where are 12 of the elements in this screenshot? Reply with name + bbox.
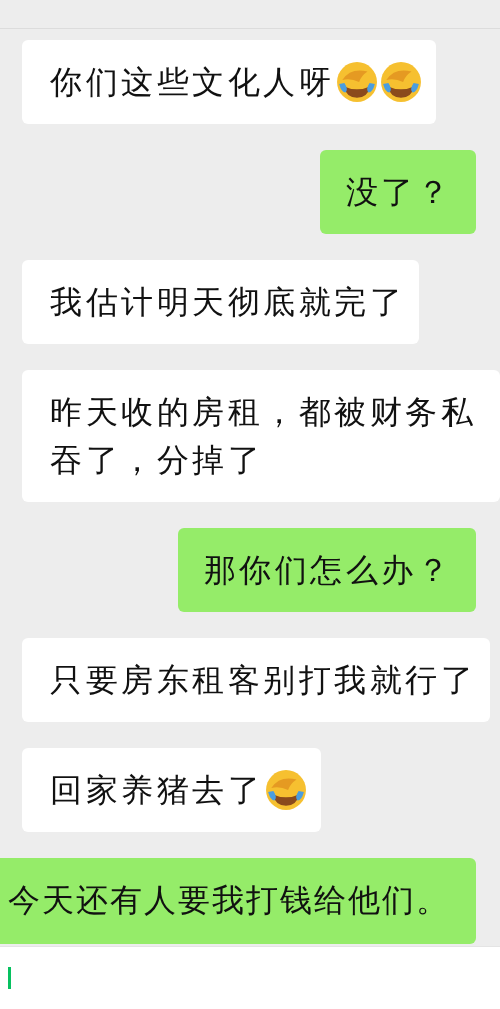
message-text: 昨天收的房租，都被财务私吞了，分掉了 (50, 392, 477, 481)
message-text: 那你们怎么办？ (203, 550, 452, 591)
facepalm-crying-emoji-icon (380, 61, 422, 103)
facepalm-crying-emoji-icon (336, 61, 378, 103)
message-input[interactable] (0, 946, 500, 1009)
message-text: 回家养猪去了 (50, 770, 263, 811)
message-text: 你们这些文化人呀 (50, 62, 334, 103)
message-text: 没了？ (345, 172, 452, 213)
message-text: 今天还有人要我打钱给他们。 (8, 880, 450, 921)
message-text: 我估计明天彻底就完了 (50, 282, 405, 323)
facepalm-crying-emoji-icon (265, 769, 307, 811)
message-text: 只要房东租客别打我就行了 (50, 660, 476, 701)
